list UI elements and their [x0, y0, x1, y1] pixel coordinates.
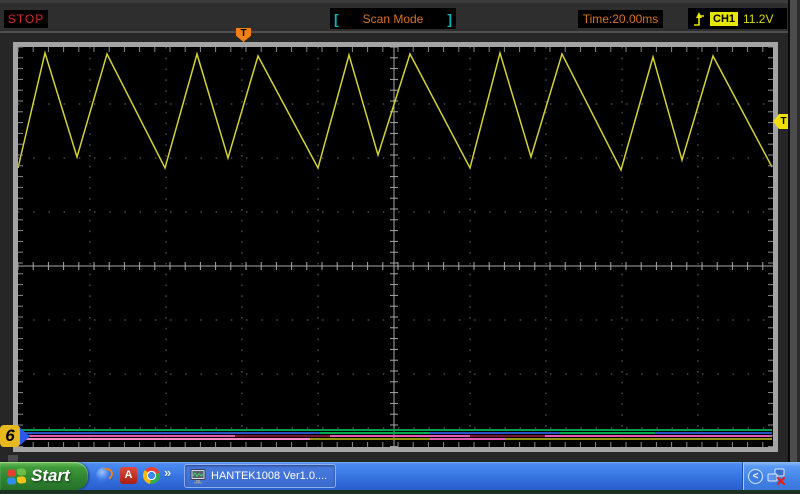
trigger-readout-box: CH1 11.2V	[688, 8, 787, 29]
trigger-voltage-label: 11.2V	[743, 12, 773, 26]
scope-display	[13, 42, 778, 452]
window-right-border	[790, 0, 797, 462]
scope-status-bar: STOP [ Scan Mode ] Time:20.00ms CH1 11.2…	[0, 0, 800, 31]
chrome-icon[interactable]	[143, 467, 160, 484]
hantek-task-label: HANTEK1008 Ver1.0....	[211, 470, 327, 482]
channel-6-marker[interactable]: 6	[0, 424, 30, 448]
scan-mode-label: Scan Mode	[339, 12, 448, 26]
start-label: Start	[31, 466, 70, 486]
trigger-level-letter: T	[780, 116, 786, 127]
scan-bracket-right: ]	[447, 11, 452, 27]
trigger-position-letter: T	[240, 28, 246, 39]
monitor-icon	[190, 469, 206, 484]
hantek-scope-window: STOP [ Scan Mode ] Time:20.00ms CH1 11.2…	[0, 0, 800, 494]
trigger-position-marker[interactable]: T	[236, 28, 251, 42]
windows-logo-icon	[7, 468, 26, 485]
network-disconnected-icon[interactable]	[766, 468, 786, 485]
start-button[interactable]: Start	[0, 462, 88, 490]
pdf-reader-icon[interactable]: A	[120, 467, 137, 484]
timebase-label: Time:20.00ms	[583, 12, 659, 26]
timebase-box: Time:20.00ms	[578, 10, 663, 28]
window-bottom-notch	[8, 455, 18, 462]
channel-badge: CH1	[710, 12, 738, 26]
taskbar: Start A » HANTEK1008 Ver1.0.... <	[0, 462, 800, 490]
panel-divider	[0, 31, 800, 33]
screen-bottom-strip	[0, 490, 800, 494]
quick-launch-overflow-chevron[interactable]: »	[164, 465, 171, 480]
system-tray: <	[742, 462, 800, 490]
stop-label: STOP	[8, 12, 44, 26]
internet-icon[interactable]	[96, 467, 113, 484]
acquisition-status-box: STOP	[4, 10, 48, 28]
rising-edge-trigger-icon	[693, 11, 705, 27]
hantek-task-button[interactable]: HANTEK1008 Ver1.0....	[184, 464, 336, 488]
tray-collapse-chevron[interactable]: <	[748, 469, 763, 484]
scan-mode-box: [ Scan Mode ]	[330, 8, 456, 29]
channel-6-number: 6	[0, 425, 20, 447]
